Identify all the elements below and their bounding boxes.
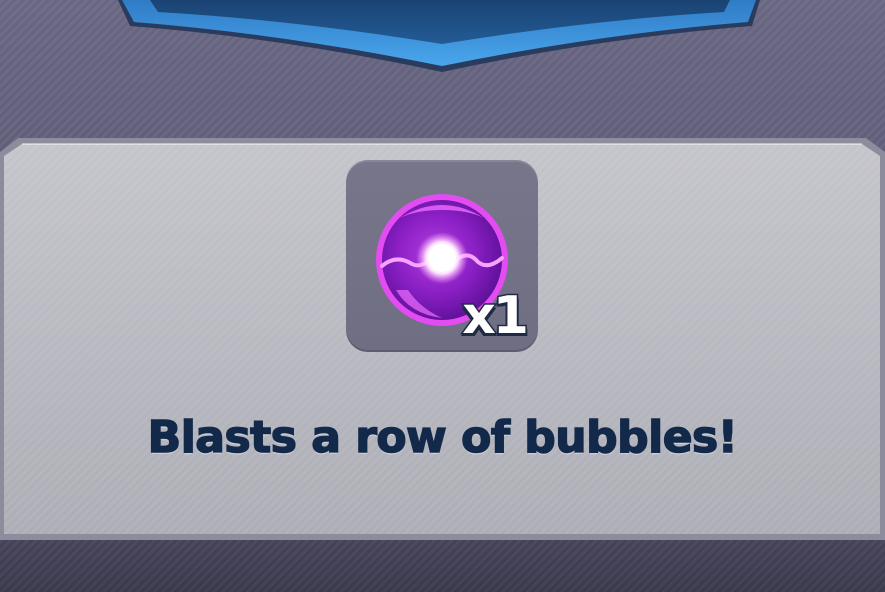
powerup-item-tile[interactable]: x1 [346, 160, 538, 352]
powerup-description: Blasts a row of bubbles! [147, 411, 739, 464]
quantity-badge: x1 [461, 286, 531, 346]
header-banner [118, 0, 760, 72]
